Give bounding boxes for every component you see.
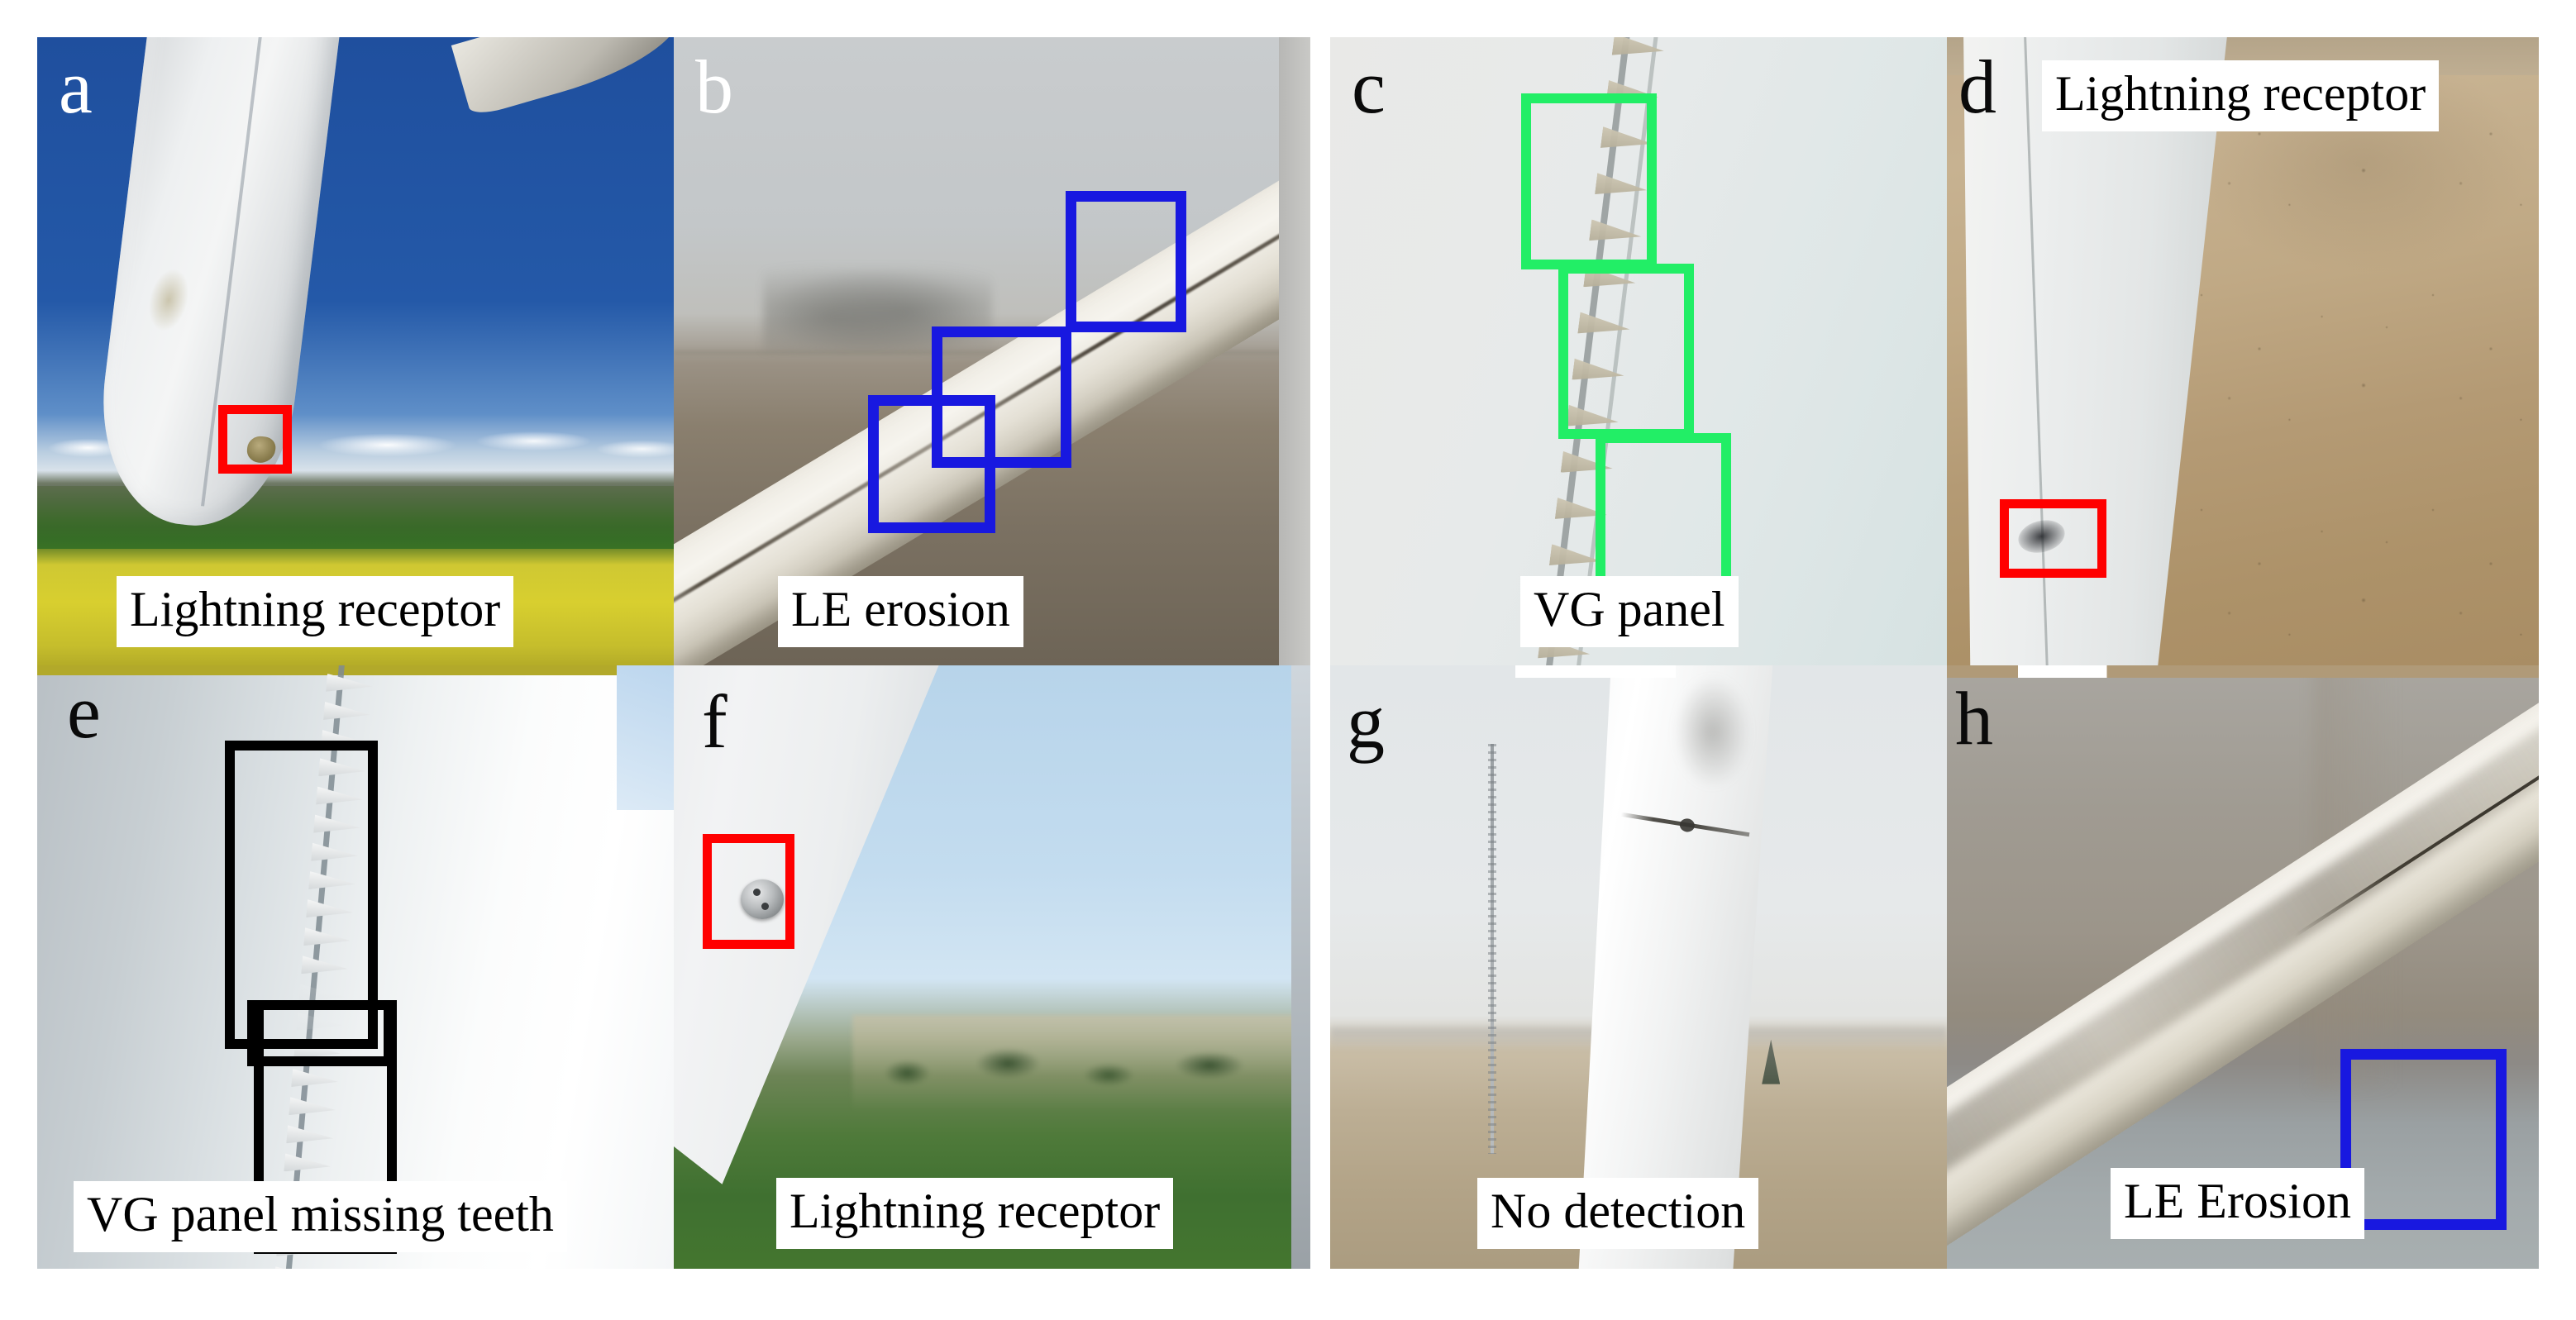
top-white-band [1515,665,1676,678]
panel-g[interactable]: g No detection [1310,665,1947,1269]
bbox-red-lightning-receptor[interactable] [2000,498,2107,578]
panel-letter-e: e [67,670,101,754]
panel-c-caption: VG panel [1520,576,1739,647]
bbox-red-lightning-receptor[interactable] [218,404,292,474]
blade-soiling [1675,677,1750,786]
bbox-blue-le-erosion-3[interactable] [867,395,995,534]
panel-letter-b: b [695,45,733,129]
panel-d[interactable]: d Lightning receptor [1947,37,2539,665]
panel-c[interactable]: c VG panel [1310,37,1947,665]
panel-b[interactable]: b LE erosion [674,37,1310,665]
panel-letter-g: g [1347,679,1385,764]
panel-g-caption: No detection [1477,1178,1759,1249]
right-edge-strip [1278,37,1310,665]
bbox-green-vg-panel-1[interactable] [1521,93,1658,270]
panel-a-caption: Lightning receptor [117,576,514,647]
vg-tooth [328,665,376,667]
panel-a-photo [37,37,674,665]
panel-f[interactable]: f Lightning receptor [674,665,1310,1269]
panel-d-caption: Lightning receptor [2042,60,2440,131]
vg-tooth [323,702,371,724]
panel-h-caption: LE Erosion [2111,1168,2364,1239]
lattice-mast [1487,743,1496,1155]
right-edge-strip [1290,665,1310,1269]
top-ground-band [1947,665,2539,678]
panel-a[interactable]: a Lightning receptor [37,37,674,665]
blurred-town-treeline [852,1015,1310,1113]
panel-letter-h: h [1955,676,1993,760]
panel-h[interactable]: h LE Erosion [1947,665,2539,1269]
panel-e-caption: VG panel missing teeth [74,1181,567,1252]
panel-letter-a: a [59,45,93,129]
vg-tooth [326,673,374,695]
panel-f-caption: Lightning receptor [776,1178,1174,1249]
vg-tooth [274,1266,322,1269]
bbox-green-vg-panel-2[interactable] [1558,263,1695,440]
blade-smudge [142,264,195,336]
panel-letter-c: c [1352,45,1386,129]
bbox-blue-le-erosion[interactable] [2340,1048,2507,1230]
figure-root: a Lightning receptor b LE erosion c VG p… [0,0,2576,1320]
panel-e[interactable]: e VG panel missing teeth [37,665,674,1269]
panel-letter-d: d [1958,45,1996,129]
bbox-blue-le-erosion-1[interactable] [1065,191,1186,333]
panel-letter-f: f [702,679,727,764]
panel-grid: a Lightning receptor b LE erosion c VG p… [37,37,2539,1269]
panel-b-caption: LE erosion [778,576,1023,647]
sky-corner [616,665,674,811]
bbox-red-lightning-receptor[interactable] [702,834,795,950]
